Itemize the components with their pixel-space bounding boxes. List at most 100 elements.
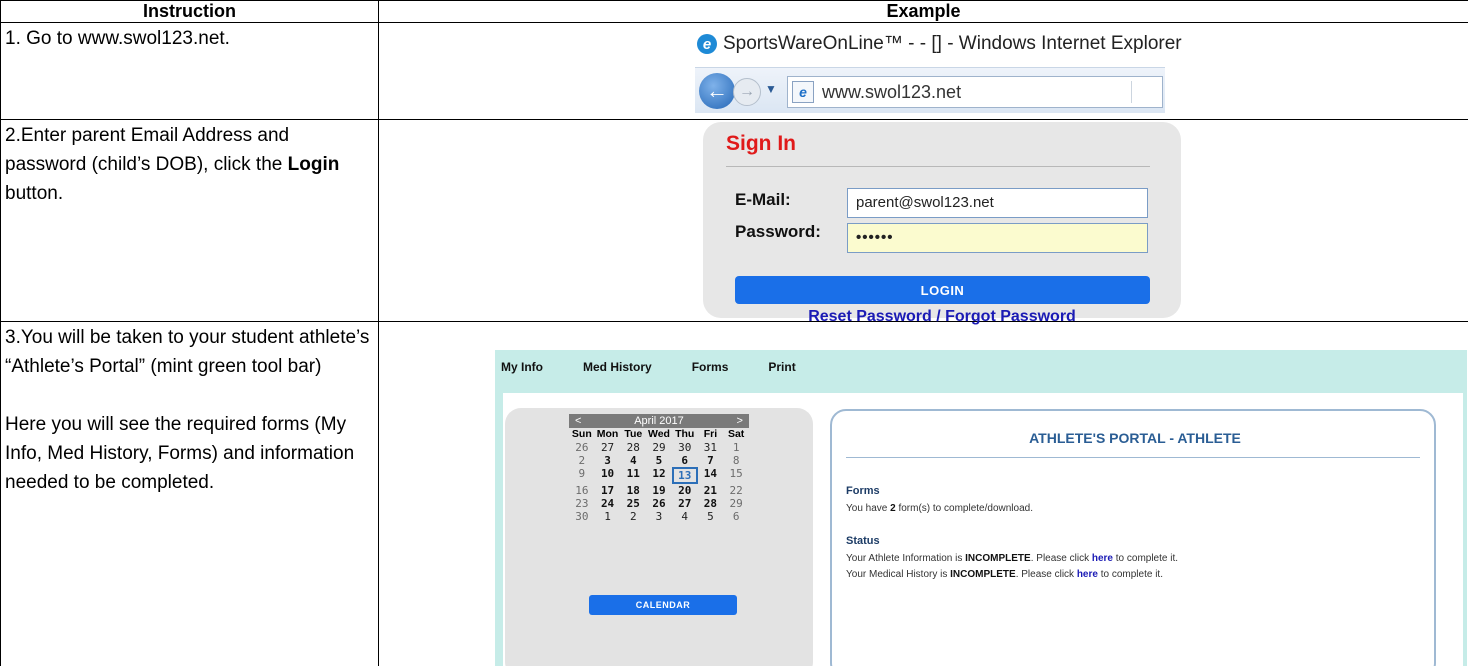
calendar-day[interactable]: 17: [595, 484, 621, 497]
step-3-text-2: Here you will see the required forms (My…: [5, 414, 355, 493]
header-example: Example: [378, 0, 1468, 23]
calendar-day[interactable]: 15: [723, 467, 749, 484]
calendar-day-of-week: Fri: [703, 428, 718, 440]
step-2-text: 2.Enter parent Email Address and passwor…: [5, 125, 340, 204]
calendar-day-of-week: Sat: [727, 428, 745, 440]
calendar-day[interactable]: 31: [698, 441, 724, 454]
calendar-next-button[interactable]: >: [737, 415, 743, 427]
calendar-day[interactable]: 21: [698, 484, 724, 497]
calendar-day[interactable]: 4: [620, 454, 646, 467]
athlete-portal-screenshot: My Info Med History Forms Print < April …: [495, 350, 1467, 666]
calendar-day-of-week: Tue: [624, 428, 643, 440]
instruction-table: Instruction Example 1. Go to www.swol123…: [0, 0, 1468, 666]
back-arrow-icon[interactable]: ←: [699, 73, 735, 109]
portal-toolbar: My Info Med History Forms Print: [495, 350, 796, 384]
portal-body: < April 2017 > Sun Mon Tue Wed Thu Fri Sat 26 27…: [503, 393, 1463, 666]
instruction-step-2: 2.Enter parent Email Address and passwor…: [0, 119, 379, 322]
calendar-prev-button[interactable]: <: [575, 415, 581, 427]
calendar-day[interactable]: 27: [672, 497, 698, 510]
browser-title-bar: e SportsWareOnLine™ - - [] - Windows Int…: [697, 31, 1182, 57]
calendar-day-of-week: Thu: [675, 428, 695, 440]
calendar-day[interactable]: 3: [595, 454, 621, 467]
calendar-day[interactable]: 12: [646, 467, 672, 484]
instruction-step-3: 3.You will be taken to your student athl…: [0, 321, 379, 666]
step-1-text: 1. Go to www.swol123.net.: [5, 28, 230, 49]
calendar-day[interactable]: 5: [646, 454, 672, 467]
address-bar[interactable]: e www.swol123.net: [787, 76, 1163, 108]
browser-title: SportsWareOnLine™ - - [] - Windows Inter…: [723, 33, 1182, 54]
calendar-day[interactable]: 28: [698, 497, 724, 510]
menu-my-info[interactable]: My Info: [501, 360, 543, 374]
calendar-month: April 2017: [634, 415, 684, 427]
calendar-button[interactable]: CALENDAR: [589, 595, 737, 615]
browser-nav-bar: ← → ▼ e www.swol123.net: [695, 67, 1165, 113]
menu-print[interactable]: Print: [768, 360, 795, 374]
calendar-day[interactable]: 6: [723, 510, 749, 523]
calendar-day[interactable]: 4: [672, 510, 698, 523]
calendar-panel: < April 2017 > Sun Mon Tue Wed Thu Fri Sat 26 27…: [505, 408, 813, 666]
calendar-day[interactable]: 3: [646, 510, 672, 523]
instruction-step-1: 1. Go to www.swol123.net.: [0, 22, 379, 120]
athlete-info-here-link[interactable]: here: [1092, 553, 1113, 564]
calendar-day[interactable]: 24: [595, 497, 621, 510]
password-label: Password:: [735, 222, 821, 241]
calendar-day[interactable]: 25: [620, 497, 646, 510]
calendar-day[interactable]: 28: [620, 441, 646, 454]
calendar-day[interactable]: 30: [672, 441, 698, 454]
menu-forms[interactable]: Forms: [692, 360, 729, 374]
example-step-3: My Info Med History Forms Print < April …: [378, 321, 1468, 666]
header-instruction: Instruction: [0, 0, 379, 23]
chevron-down-icon[interactable]: ▼: [765, 82, 777, 96]
calendar-day[interactable]: 8: [723, 454, 749, 467]
calendar-day[interactable]: 19: [646, 484, 672, 497]
address-divider: [1131, 81, 1132, 103]
calendar-day[interactable]: 1: [595, 510, 621, 523]
calendar-day[interactable]: 18: [620, 484, 646, 497]
calendar-day[interactable]: 1: [723, 441, 749, 454]
calendar-day[interactable]: 27: [595, 441, 621, 454]
status-medical-history: Your Medical History is INCOMPLETE. Plea…: [846, 569, 1163, 580]
example-step-2: Sign In E-Mail: parent@swol123.net Passw…: [378, 119, 1468, 325]
portal-divider: [846, 457, 1420, 458]
email-label: E-Mail:: [735, 190, 791, 209]
calendar-day[interactable]: 20: [672, 484, 698, 497]
login-button[interactable]: LOGIN: [735, 276, 1150, 304]
calendar-day[interactable]: 26: [569, 441, 595, 454]
sign-in-title: Sign In: [726, 132, 796, 155]
calendar-day-of-week: Wed: [648, 428, 670, 440]
calendar-day[interactable]: 9: [569, 467, 595, 484]
calendar-day[interactable]: 10: [595, 467, 621, 484]
example-step-1: e SportsWareOnLine™ - - [] - Windows Int…: [378, 22, 1468, 120]
forms-text: You have 2 form(s) to complete/download.: [846, 503, 1033, 514]
email-field[interactable]: parent@swol123.net: [847, 188, 1148, 218]
calendar-day[interactable]: 23: [569, 497, 595, 510]
calendar-today[interactable]: 13: [671, 467, 698, 484]
calendar-day[interactable]: 29: [646, 441, 672, 454]
calendar-day[interactable]: 7: [698, 454, 724, 467]
calendar-header: < April 2017 >: [569, 414, 749, 428]
calendar: < April 2017 > Sun Mon Tue Wed Thu Fri Sat 26 27…: [569, 414, 749, 523]
password-field[interactable]: ••••••: [847, 223, 1148, 253]
menu-med-history[interactable]: Med History: [583, 360, 652, 374]
med-history-here-link[interactable]: here: [1077, 569, 1098, 580]
browser-window-screenshot: e SportsWareOnLine™ - - [] - Windows Int…: [695, 29, 1182, 117]
step-3-text-1: 3.You will be taken to your student athl…: [5, 327, 370, 377]
calendar-day[interactable]: 29: [723, 497, 749, 510]
calendar-day[interactable]: 14: [698, 467, 724, 484]
calendar-day[interactable]: 30: [569, 510, 595, 523]
calendar-day[interactable]: 5: [698, 510, 724, 523]
calendar-day[interactable]: 11: [620, 467, 646, 484]
address-text: www.swol123.net: [822, 81, 962, 102]
calendar-day-of-week: Mon: [596, 428, 619, 440]
calendar-day[interactable]: 26: [646, 497, 672, 510]
sign-in-panel: Sign In E-Mail: parent@swol123.net Passw…: [703, 122, 1181, 325]
portal-title: ATHLETE'S PORTAL - ATHLETE: [1029, 430, 1241, 446]
forms-heading: Forms: [846, 485, 880, 497]
calendar-day[interactable]: 16: [569, 484, 595, 497]
calendar-day[interactable]: 22: [723, 484, 749, 497]
athlete-portal-panel: ATHLETE'S PORTAL - ATHLETE Forms You hav…: [830, 409, 1436, 666]
calendar-day[interactable]: 2: [569, 454, 595, 467]
forward-arrow-icon[interactable]: →: [733, 78, 761, 106]
calendar-day[interactable]: 6: [672, 454, 698, 467]
calendar-day[interactable]: 2: [620, 510, 646, 523]
